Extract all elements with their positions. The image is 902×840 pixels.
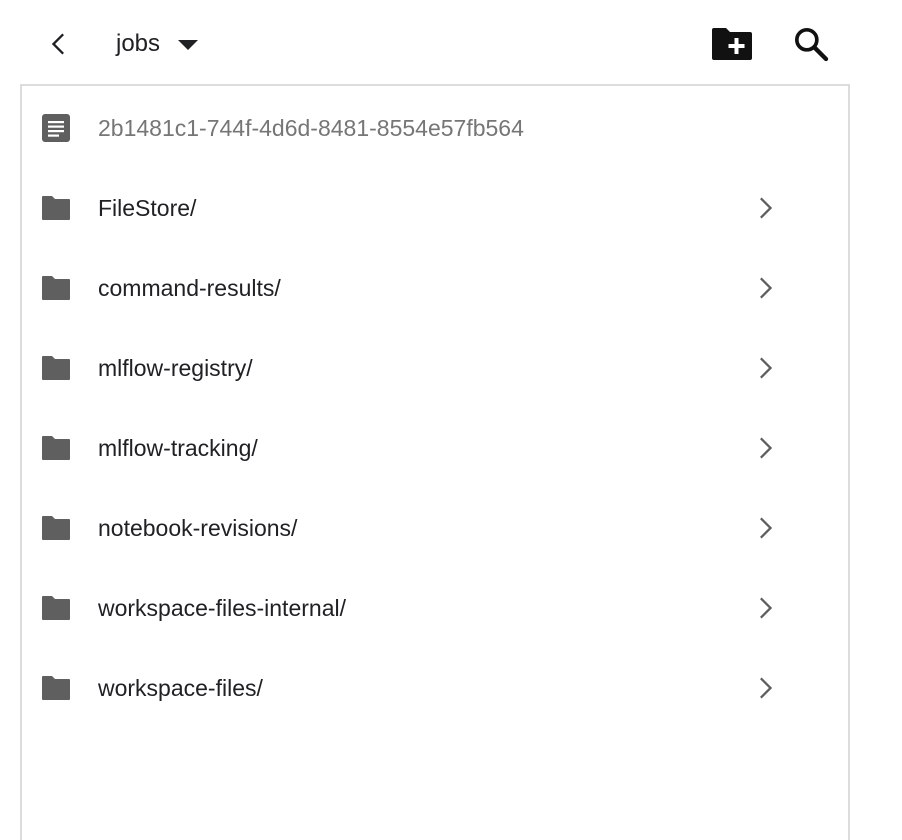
list-item-folder[interactable]: command-results/ bbox=[22, 248, 848, 328]
list-item-file[interactable]: 2b1481c1-744f-4d6d-8481-8554e57fb564 bbox=[22, 88, 848, 168]
list-item-folder[interactable]: mlflow-registry/ bbox=[22, 328, 848, 408]
file-browser: jobs 2b1481c1-744f-4d6d-8481-8554e57fb56… bbox=[0, 0, 902, 840]
list-item-label: notebook-revisions/ bbox=[98, 514, 298, 541]
header-bar: jobs bbox=[0, 0, 902, 86]
folder-icon bbox=[40, 352, 72, 384]
folder-icon bbox=[40, 272, 72, 304]
chevron-right-icon[interactable] bbox=[746, 590, 782, 626]
list-item-folder[interactable]: mlflow-tracking/ bbox=[22, 408, 848, 488]
chevron-right-icon[interactable] bbox=[746, 510, 782, 546]
search-button[interactable] bbox=[786, 20, 836, 68]
list-item-label: command-results/ bbox=[98, 274, 281, 301]
current-path-label: jobs bbox=[116, 30, 161, 57]
list-item-label: mlflow-tracking/ bbox=[98, 434, 258, 461]
chevron-right-icon[interactable] bbox=[746, 270, 782, 306]
folder-icon bbox=[40, 512, 72, 544]
folder-icon bbox=[40, 432, 72, 464]
list-item-folder[interactable]: notebook-revisions/ bbox=[22, 488, 848, 568]
folder-icon bbox=[40, 672, 72, 704]
list-item-label: FileStore/ bbox=[98, 194, 197, 221]
chevron-right-icon[interactable] bbox=[746, 430, 782, 466]
chevron-right-icon[interactable] bbox=[746, 350, 782, 386]
list-item-label: workspace-files/ bbox=[98, 674, 263, 701]
create-new-folder-icon bbox=[712, 28, 752, 60]
chevron-left-icon bbox=[51, 33, 64, 55]
new-folder-button[interactable] bbox=[706, 20, 758, 68]
search-icon bbox=[795, 28, 829, 62]
list-item-label: mlflow-registry/ bbox=[98, 354, 253, 381]
chevron-right-icon[interactable] bbox=[746, 670, 782, 706]
caret-down-icon bbox=[174, 30, 202, 58]
folder-icon bbox=[40, 192, 72, 224]
back-button[interactable] bbox=[40, 24, 80, 64]
list-item-folder[interactable]: FileStore/ bbox=[22, 168, 848, 248]
file-icon bbox=[40, 112, 72, 144]
list-item-folder[interactable]: workspace-files-internal/ bbox=[22, 568, 848, 648]
list-item-label: workspace-files-internal/ bbox=[98, 594, 346, 621]
list-item-folder[interactable]: workspace-files/ bbox=[22, 648, 848, 728]
path-dropdown[interactable]: jobs bbox=[104, 22, 202, 66]
chevron-right-icon[interactable] bbox=[746, 190, 782, 226]
file-list: 2b1481c1-744f-4d6d-8481-8554e57fb564 Fil… bbox=[20, 84, 850, 840]
folder-icon bbox=[40, 592, 72, 624]
list-item-label: 2b1481c1-744f-4d6d-8481-8554e57fb564 bbox=[98, 114, 524, 141]
